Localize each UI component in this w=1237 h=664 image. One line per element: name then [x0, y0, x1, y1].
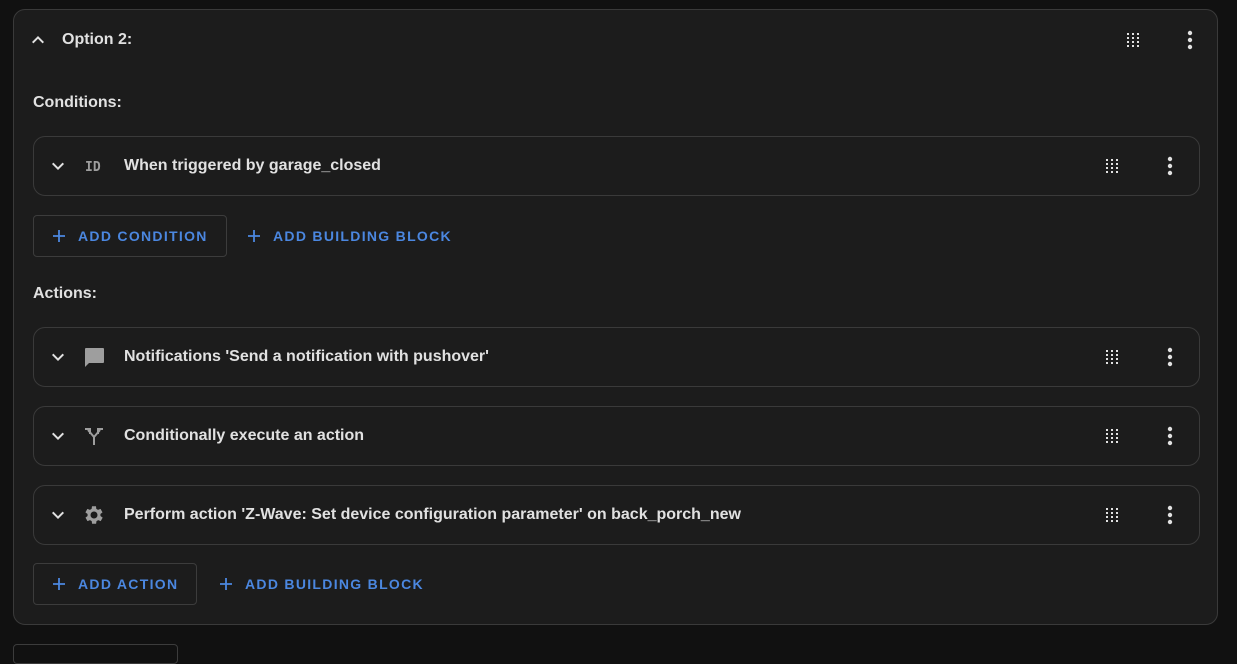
action-label: Conditionally execute an action [124, 427, 365, 444]
drag-handle-icon[interactable] [1113, 20, 1153, 60]
add-condition-building-block-button[interactable]: ADD BUILDING BLOCK [229, 215, 470, 257]
add-condition-button[interactable]: ADD CONDITION [33, 215, 227, 257]
call-split-icon [82, 424, 106, 448]
drag-handle-icon[interactable] [1092, 146, 1132, 186]
add-condition-label: ADD CONDITION [78, 228, 208, 244]
action-label: Notifications 'Send a notification with … [124, 348, 489, 365]
more-vertical-icon[interactable] [1150, 146, 1190, 186]
plus-icon [52, 577, 66, 591]
chevron-down-icon[interactable] [38, 146, 78, 186]
chevron-down-icon[interactable] [38, 495, 78, 535]
option-card: Option 2: Conditions: ID When triggered … [13, 9, 1218, 625]
drag-handle-icon[interactable] [1092, 495, 1132, 535]
option-header[interactable]: Option 2: [14, 10, 1217, 70]
add-action-label: ADD ACTION [78, 576, 179, 592]
action-row[interactable]: Conditionally execute an action [33, 406, 1200, 466]
more-vertical-icon[interactable] [1150, 337, 1190, 377]
plus-icon [52, 229, 66, 243]
add-action-button[interactable]: ADD ACTION [33, 563, 198, 605]
drag-handle-icon[interactable] [1092, 337, 1132, 377]
partial-button-below[interactable] [13, 644, 178, 664]
actions-label: Actions: [33, 285, 97, 302]
svg-text:ID: ID [85, 160, 101, 173]
gear-icon [82, 503, 106, 527]
condition-row[interactable]: ID When triggered by garage_closed [33, 136, 1200, 196]
id-icon: ID [82, 154, 106, 178]
more-vertical-icon[interactable] [1170, 20, 1210, 60]
condition-label: When triggered by garage_closed [124, 157, 381, 174]
conditions-label: Conditions: [33, 94, 122, 111]
action-label: Perform action 'Z-Wave: Set device confi… [124, 506, 741, 523]
chevron-down-icon[interactable] [38, 416, 78, 456]
add-action-building-block-button[interactable]: ADD BUILDING BLOCK [201, 563, 442, 605]
action-row[interactable]: Perform action 'Z-Wave: Set device confi… [33, 485, 1200, 545]
chevron-up-icon[interactable] [18, 20, 58, 60]
plus-icon [219, 577, 233, 591]
message-icon [82, 345, 106, 369]
add-building-block-label: ADD BUILDING BLOCK [273, 228, 452, 244]
chevron-down-icon[interactable] [38, 337, 78, 377]
option-title: Option 2: [62, 31, 133, 48]
more-vertical-icon[interactable] [1150, 495, 1190, 535]
plus-icon [247, 229, 261, 243]
add-building-block-label: ADD BUILDING BLOCK [245, 576, 424, 592]
drag-handle-icon[interactable] [1092, 416, 1132, 456]
more-vertical-icon[interactable] [1150, 416, 1190, 456]
action-row[interactable]: Notifications 'Send a notification with … [33, 327, 1200, 387]
